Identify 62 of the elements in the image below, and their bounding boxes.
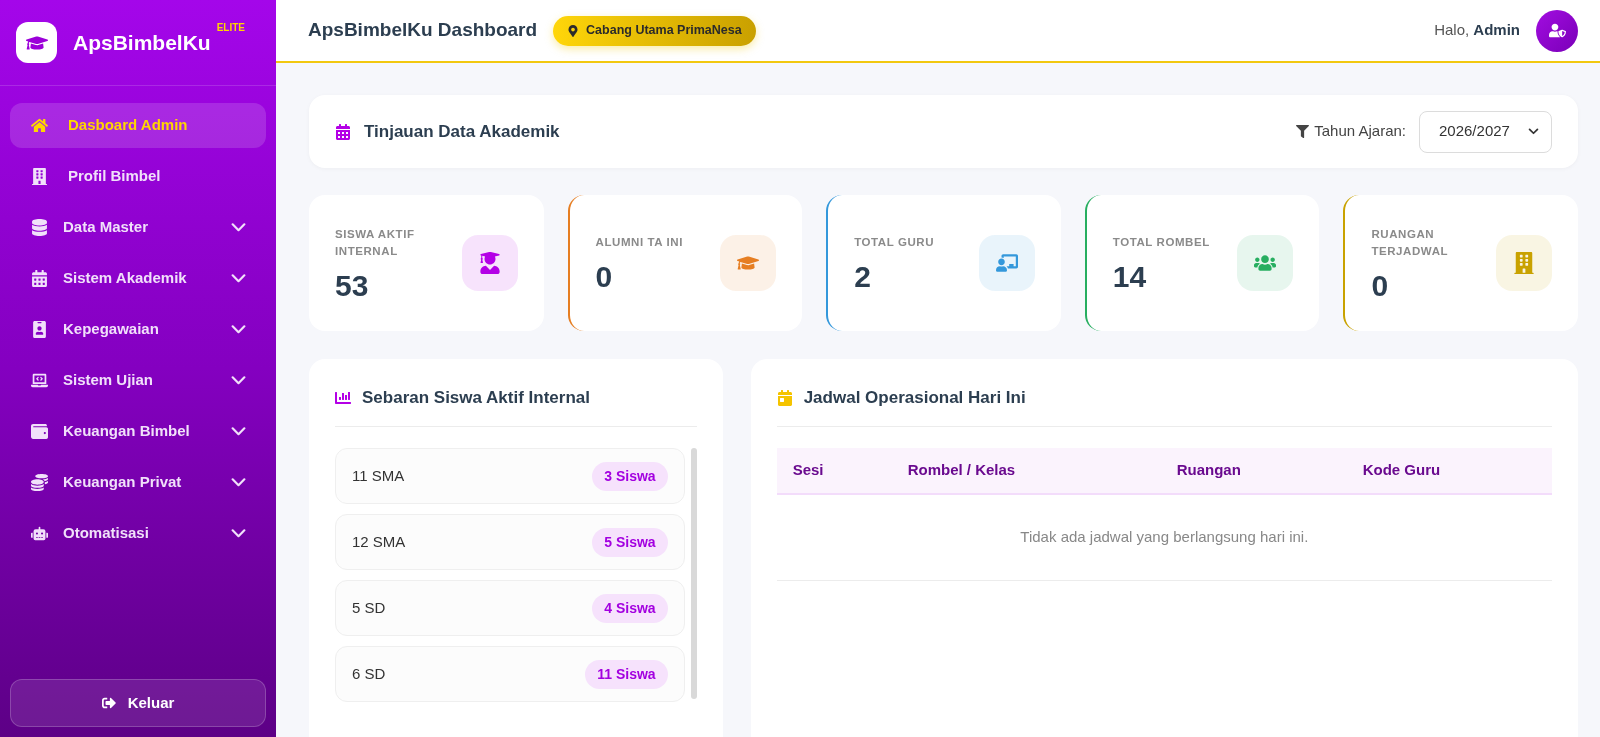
id-badge-icon [30, 321, 48, 338]
stat-label: TOTAL GURU [854, 235, 935, 250]
nav-link[interactable]: Keuangan Privat [10, 460, 266, 505]
column-header: Sesi [791, 460, 825, 481]
year-select[interactable]: 2026/2027 [1419, 110, 1552, 153]
coins-icon [30, 474, 48, 491]
stat-value: 0 [595, 262, 614, 292]
graduation-cap-icon [16, 22, 57, 63]
class-name: 12 SMA [352, 531, 406, 552]
class-name: 6 SD [352, 663, 386, 684]
nav-link[interactable]: Otomatisasi [10, 511, 266, 556]
panel-title: Sebaran Siswa Aktif Internal [362, 387, 590, 410]
nav-link[interactable]: Dasboard Admin [10, 103, 266, 148]
stat-label: RUANGAN TERJADWAL [1371, 226, 1450, 259]
student-count-badge: 11 Siswa [585, 659, 668, 689]
nav-link[interactable]: Profil Bimbel [10, 154, 266, 199]
edition-label: ELITE [216, 23, 246, 33]
empty-message: Tidak ada jadwal yang berlangsung hari ini. [1020, 527, 1309, 548]
exit-arrow-icon [101, 696, 116, 710]
stat-label: SISWA AKTIF INTERNAL [335, 226, 416, 259]
nav-link[interactable]: Keuangan Bimbel [10, 409, 266, 454]
page-title: ApsBimbelKu Dashboard [308, 18, 538, 43]
greeting: Halo, Admin [1434, 20, 1520, 41]
scrollbar[interactable] [690, 448, 697, 699]
student-count-badge: 5 Siswa [592, 527, 668, 557]
stat-value: 14 [1112, 262, 1148, 292]
brand-name: ApsBimbelKu [73, 32, 211, 53]
calendar-icon [335, 123, 351, 140]
stat-label: ALUMNI TA INI [595, 235, 683, 250]
stat-value: 53 [335, 270, 370, 301]
column-header: Kode Guru [1361, 460, 1442, 481]
calendar-icon [30, 270, 48, 287]
student-count-badge: 4 Siswa [592, 593, 668, 623]
student-count-badge: 3 Siswa [592, 461, 668, 491]
section-title: Tinjauan Data Akademik [364, 120, 560, 143]
class-name: 11 SMA [352, 465, 405, 486]
nav-link[interactable]: Kepegawaian [10, 307, 266, 352]
caret-icon [1528, 128, 1539, 135]
database-icon [30, 219, 48, 236]
bar-chart-icon [335, 390, 351, 406]
robot-icon [30, 525, 48, 542]
nav-link[interactable]: Sistem Akademik [10, 256, 266, 301]
logout-button[interactable]: Keluar [10, 679, 266, 727]
branch-name: Cabang Utama PrimaNesa [586, 22, 742, 40]
stat-value: 2 [854, 262, 872, 292]
calendar-icon [776, 390, 793, 406]
stat-value: 0 [1371, 270, 1390, 301]
nav-link[interactable]: Sistem Ujian [10, 358, 266, 403]
building-icon [30, 168, 48, 185]
nav-link[interactable]: Data Master [10, 205, 266, 250]
user-shield-icon[interactable] [1536, 9, 1578, 52]
home-icon [30, 117, 48, 134]
laptop-icon [30, 372, 48, 389]
class-name: 5 SD [352, 597, 386, 618]
stat-label: TOTAL ROMBEL [1112, 235, 1210, 250]
map-pin-icon [567, 24, 580, 37]
filter-label: Tahun Ajaran: [1314, 121, 1406, 142]
column-header: Rombel / Kelas [906, 460, 1017, 481]
wallet-icon [30, 423, 48, 440]
column-header: Ruangan [1175, 460, 1242, 481]
panel-title: Jadwal Operasional Hari Ini [803, 387, 1026, 410]
filter-icon [1296, 125, 1310, 138]
